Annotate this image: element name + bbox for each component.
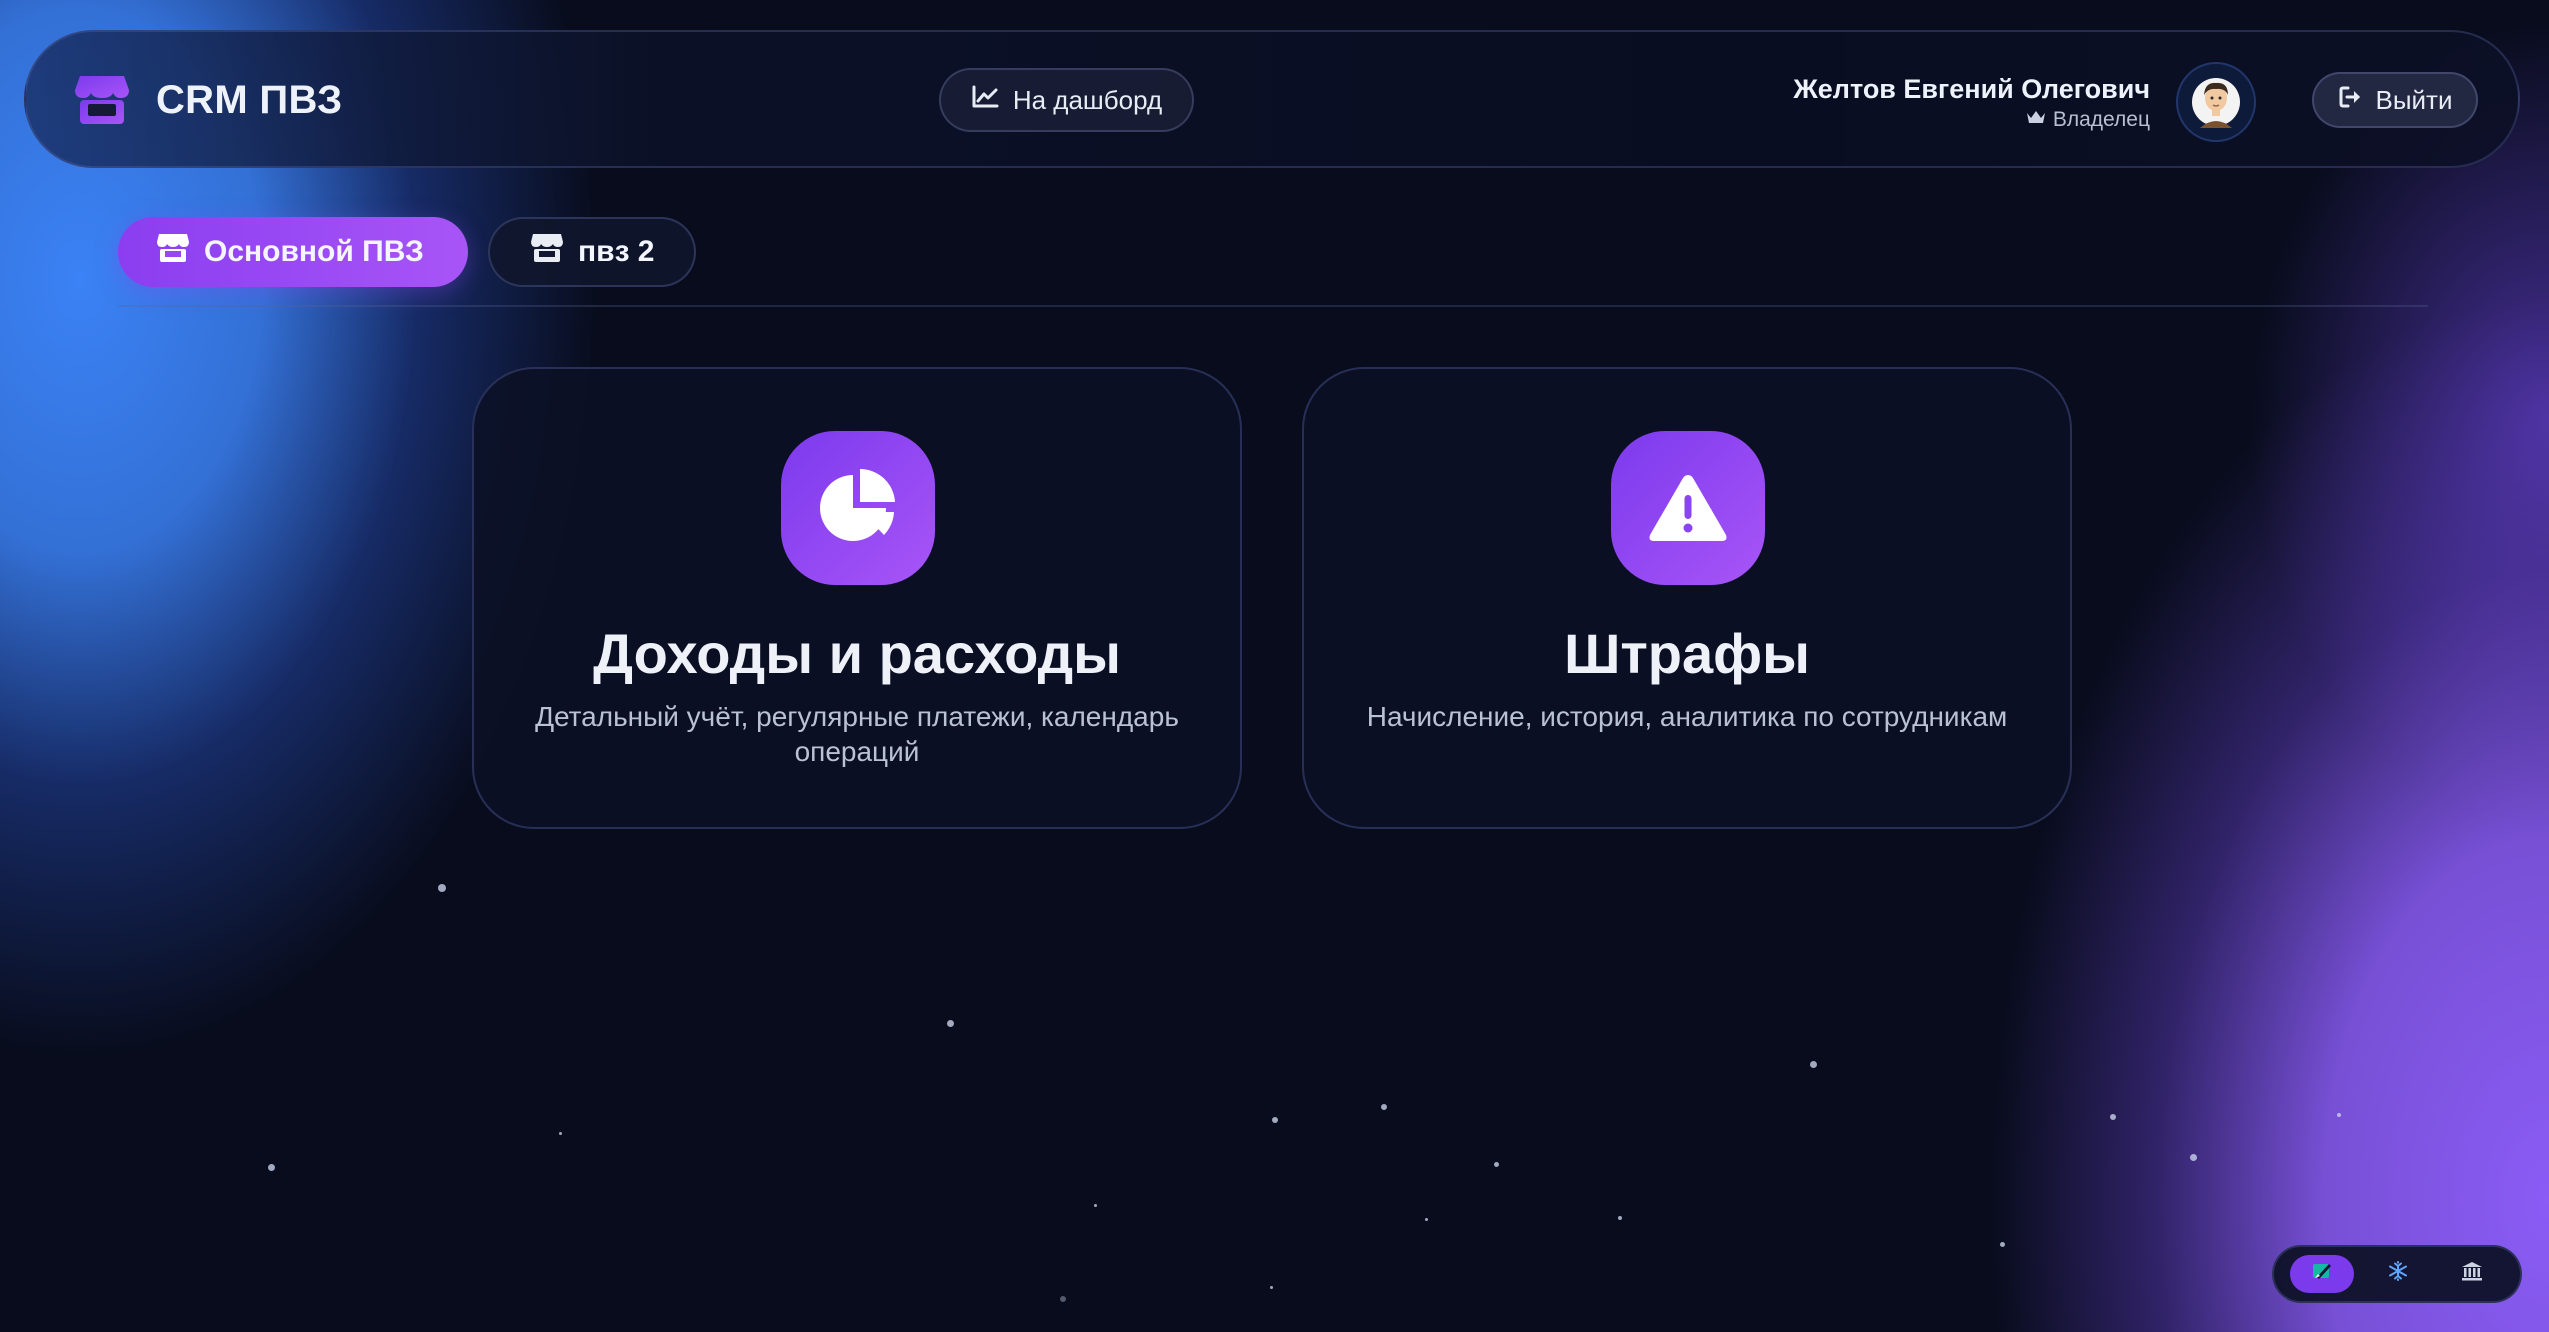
star — [1272, 1117, 1278, 1123]
fines-card[interactable]: Штрафы Начисление, история, аналитика по… — [1302, 367, 2072, 829]
logout-button-label: Выйти — [2375, 84, 2453, 115]
star — [559, 1132, 562, 1135]
user-role: Владелец — [2025, 108, 2150, 132]
theme-brush-button[interactable] — [2290, 1255, 2354, 1293]
star — [1810, 1061, 1817, 1068]
star — [947, 1020, 954, 1027]
bank-icon — [2461, 1260, 2483, 1288]
tab-main-pvz[interactable]: Основной ПВЗ — [118, 217, 468, 287]
snowflake-button[interactable] — [2366, 1255, 2430, 1293]
pie-chart-icon — [781, 431, 935, 585]
tabs-divider — [118, 305, 2428, 307]
tab-label: Основной ПВЗ — [204, 235, 424, 268]
dashboard-button[interactable]: На дашборд — [939, 68, 1194, 132]
card-title: Доходы и расходы — [593, 622, 1121, 685]
card-description: Детальный учёт, регулярные платежи, кале… — [535, 701, 1179, 767]
store-icon — [530, 232, 564, 272]
warning-icon — [1611, 431, 1765, 585]
background — [0, 0, 2549, 1332]
star — [2337, 1113, 2341, 1117]
star — [1270, 1286, 1273, 1289]
star — [1425, 1218, 1428, 1221]
tab-label: пвз 2 — [578, 235, 655, 268]
theme-mode-switch — [2272, 1245, 2522, 1303]
crown-icon — [2025, 108, 2047, 132]
star — [1494, 1162, 1499, 1167]
app-title: CRM ПВЗ — [156, 78, 343, 122]
logout-icon — [2338, 85, 2364, 116]
star — [268, 1164, 275, 1171]
avatar[interactable] — [2176, 62, 2256, 142]
star — [1618, 1216, 1622, 1220]
star — [1094, 1204, 1097, 1207]
star — [1060, 1296, 1066, 1302]
user-role-label: Владелец — [2052, 108, 2150, 131]
user-name: Желтов Евгений Олегович — [1793, 74, 2150, 104]
tab-pvz-2[interactable]: пвз 2 — [488, 217, 696, 287]
star — [2190, 1154, 2197, 1161]
card-title: Штрафы — [1564, 622, 1810, 685]
star — [2000, 1242, 2005, 1247]
store-logo-icon — [74, 72, 130, 128]
star — [2110, 1114, 2116, 1120]
snowflake-icon — [2387, 1260, 2409, 1288]
bank-button[interactable] — [2440, 1255, 2504, 1293]
star — [1381, 1104, 1387, 1110]
theme-brush-icon — [2311, 1261, 2333, 1287]
dashboard-button-label: На дашборд — [1012, 84, 1163, 115]
star — [438, 884, 446, 892]
store-icon — [156, 232, 190, 272]
income-expenses-card[interactable]: Доходы и расходы Детальный учёт, регуляр… — [472, 367, 1242, 829]
top-header: CRM ПВЗ На дашборд Желтов Евгений Олегов… — [24, 30, 2520, 168]
logout-button[interactable]: Выйти — [2312, 72, 2478, 128]
chart-line-icon — [971, 85, 999, 116]
card-description: Начисление, история, аналитика по сотруд… — [1366, 701, 2008, 732]
